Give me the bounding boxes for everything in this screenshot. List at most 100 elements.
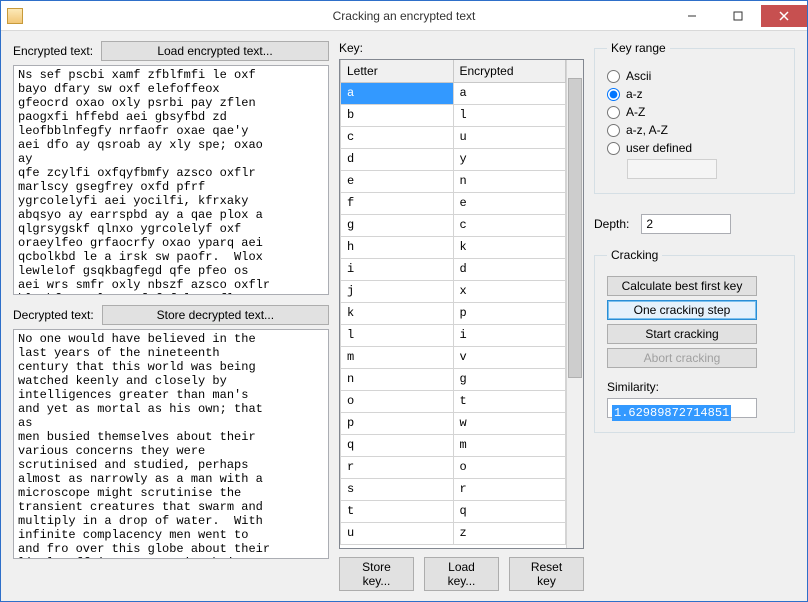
encrypted-label: Encrypted text: <box>13 44 93 58</box>
key-range-option[interactable]: a-z <box>607 87 782 101</box>
decrypted-textarea[interactable] <box>13 329 329 559</box>
depth-input[interactable] <box>641 214 731 234</box>
cell-letter[interactable]: k <box>341 302 454 324</box>
cell-letter[interactable]: s <box>341 478 454 500</box>
cell-letter[interactable]: e <box>341 170 454 192</box>
cell-encrypted[interactable]: y <box>453 148 566 170</box>
table-row[interactable]: tq <box>341 500 566 522</box>
key-range-radio[interactable] <box>607 88 620 101</box>
cell-encrypted[interactable]: k <box>453 236 566 258</box>
cell-letter[interactable]: c <box>341 126 454 148</box>
cell-letter[interactable]: l <box>341 324 454 346</box>
cell-letter[interactable]: a <box>341 82 454 104</box>
table-row[interactable]: aa <box>341 82 566 104</box>
cell-encrypted[interactable]: t <box>453 390 566 412</box>
table-row[interactable]: cu <box>341 126 566 148</box>
cell-encrypted[interactable]: m <box>453 434 566 456</box>
key-range-radio[interactable] <box>607 124 620 137</box>
cell-encrypted[interactable]: l <box>453 104 566 126</box>
cell-encrypted[interactable]: v <box>453 346 566 368</box>
cell-letter[interactable]: d <box>341 148 454 170</box>
key-range-radio[interactable] <box>607 106 620 119</box>
maximize-button[interactable] <box>715 5 761 27</box>
table-row[interactable]: id <box>341 258 566 280</box>
similarity-field[interactable]: 1.62989872714851 <box>607 398 757 418</box>
cell-encrypted[interactable]: q <box>453 500 566 522</box>
start-cracking-button[interactable]: Start cracking <box>607 324 757 344</box>
cell-encrypted[interactable]: c <box>453 214 566 236</box>
cell-letter[interactable]: m <box>341 346 454 368</box>
table-row[interactable]: pw <box>341 412 566 434</box>
cell-letter[interactable]: u <box>341 522 454 544</box>
cell-letter[interactable]: r <box>341 456 454 478</box>
load-key-button[interactable]: Load key... <box>424 557 499 591</box>
abort-cracking-button[interactable]: Abort cracking <box>607 348 757 368</box>
table-row[interactable]: en <box>341 170 566 192</box>
key-label: Key: <box>339 41 584 55</box>
reset-key-button[interactable]: Reset key <box>509 557 584 591</box>
cell-letter[interactable]: f <box>341 192 454 214</box>
cell-encrypted[interactable]: z <box>453 522 566 544</box>
cell-encrypted[interactable]: x <box>453 280 566 302</box>
cell-encrypted[interactable]: r <box>453 478 566 500</box>
table-row[interactable]: qm <box>341 434 566 456</box>
cell-encrypted[interactable]: e <box>453 192 566 214</box>
cell-letter[interactable]: j <box>341 280 454 302</box>
key-range-option[interactable]: Ascii <box>607 69 782 83</box>
cell-letter[interactable]: h <box>341 236 454 258</box>
table-row[interactable]: uz <box>341 522 566 544</box>
cell-letter[interactable]: g <box>341 214 454 236</box>
key-table-scrollbar[interactable] <box>566 60 583 548</box>
table-row[interactable]: gc <box>341 214 566 236</box>
table-row[interactable]: li <box>341 324 566 346</box>
cell-encrypted[interactable]: g <box>453 368 566 390</box>
col-letter[interactable]: Letter <box>341 60 454 82</box>
cell-letter[interactable]: q <box>341 434 454 456</box>
key-range-option[interactable]: a-z, A-Z <box>607 123 782 137</box>
load-encrypted-button[interactable]: Load encrypted text... <box>101 41 329 61</box>
table-row[interactable]: sr <box>341 478 566 500</box>
table-row[interactable]: jx <box>341 280 566 302</box>
key-range-radio[interactable] <box>607 142 620 155</box>
cell-encrypted[interactable]: o <box>453 456 566 478</box>
cell-letter[interactable]: p <box>341 412 454 434</box>
key-range-radio[interactable] <box>607 70 620 83</box>
table-row[interactable]: fe <box>341 192 566 214</box>
user-defined-input[interactable] <box>627 159 717 179</box>
minimize-button[interactable] <box>669 5 715 27</box>
decrypted-label: Decrypted text: <box>13 308 94 322</box>
table-row[interactable]: ot <box>341 390 566 412</box>
key-range-option[interactable]: A-Z <box>607 105 782 119</box>
cell-encrypted[interactable]: u <box>453 126 566 148</box>
cell-encrypted[interactable]: i <box>453 324 566 346</box>
key-table-grid[interactable]: Letter Encrypted aablcudyenfegchkidjxkpl… <box>340 60 566 548</box>
table-row[interactable]: bl <box>341 104 566 126</box>
calc-best-first-key-button[interactable]: Calculate best first key <box>607 276 757 296</box>
table-row[interactable]: mv <box>341 346 566 368</box>
cell-letter[interactable]: o <box>341 390 454 412</box>
close-button[interactable] <box>761 5 807 27</box>
cell-letter[interactable]: b <box>341 104 454 126</box>
table-row[interactable]: dy <box>341 148 566 170</box>
cell-letter[interactable]: n <box>341 368 454 390</box>
scrollbar-thumb[interactable] <box>568 78 582 378</box>
store-key-button[interactable]: Store key... <box>339 557 414 591</box>
cell-encrypted[interactable]: p <box>453 302 566 324</box>
key-range-option[interactable]: user defined <box>607 141 782 155</box>
one-cracking-step-button[interactable]: One cracking step <box>607 300 757 320</box>
cell-encrypted[interactable]: a <box>453 82 566 104</box>
table-row[interactable]: ro <box>341 456 566 478</box>
col-encrypted[interactable]: Encrypted <box>453 60 566 82</box>
cell-encrypted[interactable]: w <box>453 412 566 434</box>
store-decrypted-button[interactable]: Store decrypted text... <box>102 305 329 325</box>
key-range-group: Key range Asciia-zA-Za-z, A-Zuser define… <box>594 41 795 194</box>
cell-encrypted[interactable]: n <box>453 170 566 192</box>
cell-encrypted[interactable]: d <box>453 258 566 280</box>
table-row[interactable]: hk <box>341 236 566 258</box>
cell-letter[interactable]: i <box>341 258 454 280</box>
key-range-radio-label: a-z <box>626 87 643 101</box>
cell-letter[interactable]: t <box>341 500 454 522</box>
table-row[interactable]: kp <box>341 302 566 324</box>
table-row[interactable]: ng <box>341 368 566 390</box>
encrypted-textarea[interactable] <box>13 65 329 295</box>
